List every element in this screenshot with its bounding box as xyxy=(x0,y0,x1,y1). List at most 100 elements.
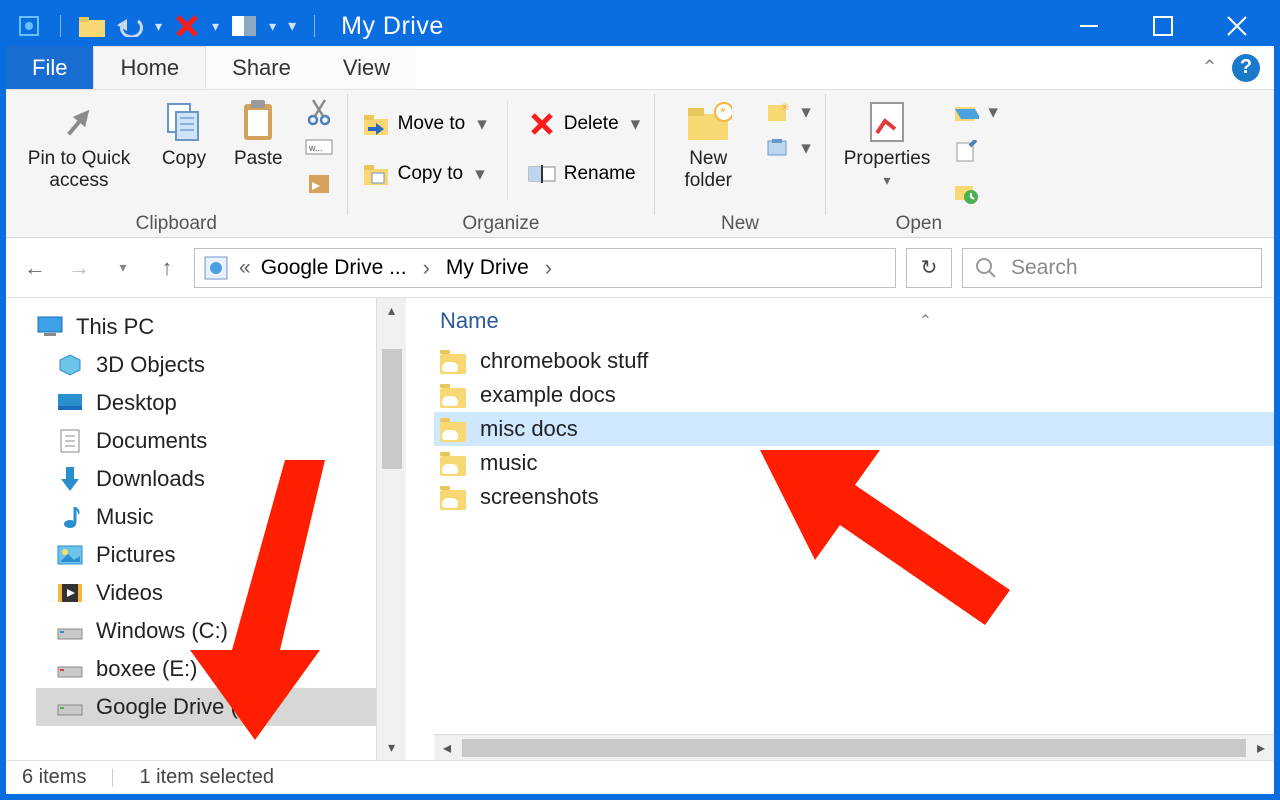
rename-label: Rename xyxy=(564,163,636,185)
tree-3d-objects[interactable]: 3D Objects xyxy=(36,346,376,384)
tree-drive-c[interactable]: Windows (C:) xyxy=(36,612,376,650)
ribbon-tabs: File Home Share View ⌃ ? xyxy=(6,46,1274,90)
list-item[interactable]: screenshots xyxy=(434,480,1274,514)
edit-button[interactable] xyxy=(948,136,1002,168)
tab-view[interactable]: View xyxy=(317,46,416,89)
delete-button[interactable]: Delete▾ xyxy=(524,108,644,140)
copy-path-button[interactable]: w... xyxy=(301,132,337,164)
qat-folder-icon[interactable] xyxy=(79,13,105,39)
rename-button[interactable]: Rename xyxy=(524,158,644,190)
scroll-right-icon[interactable]: ▸ xyxy=(1248,738,1274,758)
svg-text:✳: ✳ xyxy=(780,101,790,114)
file-name: misc docs xyxy=(480,416,578,442)
scroll-left-icon[interactable]: ◂ xyxy=(434,738,460,758)
search-box[interactable]: Search xyxy=(962,248,1262,288)
move-to-button[interactable]: Move to▾ xyxy=(358,108,491,140)
tab-file[interactable]: File xyxy=(6,46,93,89)
new-folder-label: New folder xyxy=(673,148,743,192)
status-bar: 6 items 1 item selected xyxy=(6,760,1274,794)
tree-downloads[interactable]: Downloads xyxy=(36,460,376,498)
address-bar[interactable]: « Google Drive ... My Drive xyxy=(194,248,896,288)
download-icon xyxy=(56,465,84,493)
list-item[interactable]: example docs xyxy=(434,378,1274,412)
status-item-count: 6 items xyxy=(22,766,86,789)
scroll-thumb[interactable] xyxy=(382,349,402,469)
svg-text:w...: w... xyxy=(308,143,323,153)
tree-documents[interactable]: Documents xyxy=(36,422,376,460)
list-item[interactable]: misc docs xyxy=(434,412,1274,446)
list-item[interactable]: music xyxy=(434,446,1274,480)
ribbon-group-new: * New folder ✳▾ ▾ New xyxy=(655,90,825,237)
tree-drive-f[interactable]: Google Drive (F:) xyxy=(36,688,376,726)
refresh-button[interactable]: ↻ xyxy=(906,248,952,288)
breadcrumb-sep xyxy=(417,255,436,281)
tab-share[interactable]: Share xyxy=(206,46,317,89)
pin-to-quick-access-button[interactable]: Pin to Quick access xyxy=(16,94,142,192)
nav-tree[interactable]: This PC 3D Objects Desktop Documents Dow… xyxy=(6,298,376,760)
folder-cloud-icon xyxy=(440,450,466,476)
copy-to-label: Copy to xyxy=(398,163,463,185)
delete-label: Delete xyxy=(564,113,619,135)
search-placeholder: Search xyxy=(1011,256,1078,280)
new-item-button[interactable]: ✳▾ xyxy=(761,96,815,128)
explorer-window: ▾ ▾ ▾ ▾ My Drive File Home Share View ⌃ … xyxy=(6,6,1274,794)
scroll-track[interactable] xyxy=(462,739,1246,757)
drive-icon xyxy=(56,655,84,683)
copy-button[interactable]: Copy xyxy=(152,94,216,170)
tree-this-pc[interactable]: This PC xyxy=(36,308,376,346)
horizontal-scrollbar[interactable]: ◂ ▸ xyxy=(434,734,1274,760)
paste-shortcut-button[interactable] xyxy=(301,168,337,200)
collapse-ribbon-icon[interactable]: ⌃ xyxy=(1201,55,1218,80)
paste-button[interactable]: Paste xyxy=(226,94,291,170)
maximize-button[interactable] xyxy=(1126,6,1200,46)
close-button[interactable] xyxy=(1200,6,1274,46)
list-item[interactable]: chromebook stuff xyxy=(434,344,1274,378)
folder-cloud-icon xyxy=(440,348,466,374)
folder-cloud-icon xyxy=(440,382,466,408)
tree-drive-e[interactable]: boxee (E:) xyxy=(36,650,376,688)
nav-scrollbar[interactable]: ▴ ▾ xyxy=(376,298,406,760)
easy-access-button[interactable]: ▾ xyxy=(761,132,815,164)
cube-icon xyxy=(56,351,84,379)
recent-locations-button[interactable]: ▾ xyxy=(106,251,140,285)
breadcrumb-prefix: « xyxy=(239,256,251,280)
drive-location-icon xyxy=(203,255,229,281)
open-button[interactable]: ▾ xyxy=(948,96,1002,128)
breadcrumb-2[interactable]: My Drive xyxy=(446,256,529,280)
column-header-name[interactable]: Name ⌃ xyxy=(434,298,1274,344)
tree-music[interactable]: Music xyxy=(36,498,376,536)
list-pane: Name ⌃ chromebook stuffexample docs misc … xyxy=(406,298,1274,760)
status-selected: 1 item selected xyxy=(139,766,274,789)
breadcrumb-1[interactable]: Google Drive ... xyxy=(261,256,407,280)
desktop-icon xyxy=(56,389,84,417)
group-label-organize: Organize xyxy=(358,211,645,235)
file-list[interactable]: chromebook stuffexample docs misc docs mus… xyxy=(434,344,1274,734)
copy-to-button[interactable]: Copy to▾ xyxy=(358,158,491,190)
properties-button[interactable]: Properties ▾ xyxy=(836,94,939,188)
window-title: My Drive xyxy=(341,12,444,41)
tree-root-label: This PC xyxy=(76,314,154,340)
file-name: music xyxy=(480,450,537,476)
back-button[interactable]: ← xyxy=(18,251,52,285)
qat-properties-icon[interactable] xyxy=(231,13,257,39)
forward-button[interactable]: → xyxy=(62,251,96,285)
tree-videos[interactable]: Videos xyxy=(36,574,376,612)
tree-pictures[interactable]: Pictures xyxy=(36,536,376,574)
help-icon[interactable]: ? xyxy=(1232,54,1260,82)
minimize-button[interactable] xyxy=(1052,6,1126,46)
tree-desktop[interactable]: Desktop xyxy=(36,384,376,422)
cut-button[interactable] xyxy=(301,96,337,128)
pin-label: Pin to Quick access xyxy=(24,148,134,192)
pictures-icon xyxy=(56,541,84,569)
scroll-down-icon[interactable]: ▾ xyxy=(388,735,395,760)
undo-icon[interactable] xyxy=(117,13,143,39)
search-icon xyxy=(975,257,997,279)
qat-delete-icon[interactable] xyxy=(174,13,200,39)
history-button[interactable] xyxy=(948,176,1002,208)
tab-home[interactable]: Home xyxy=(93,46,206,89)
scroll-up-icon[interactable]: ▴ xyxy=(388,298,395,323)
quick-access-toolbar: ▾ ▾ ▾ ▾ xyxy=(16,13,321,39)
new-folder-button[interactable]: * New folder xyxy=(665,94,751,192)
up-button[interactable]: ↑ xyxy=(150,251,184,285)
ribbon-group-open: Properties ▾ ▾ Open xyxy=(826,90,1012,237)
